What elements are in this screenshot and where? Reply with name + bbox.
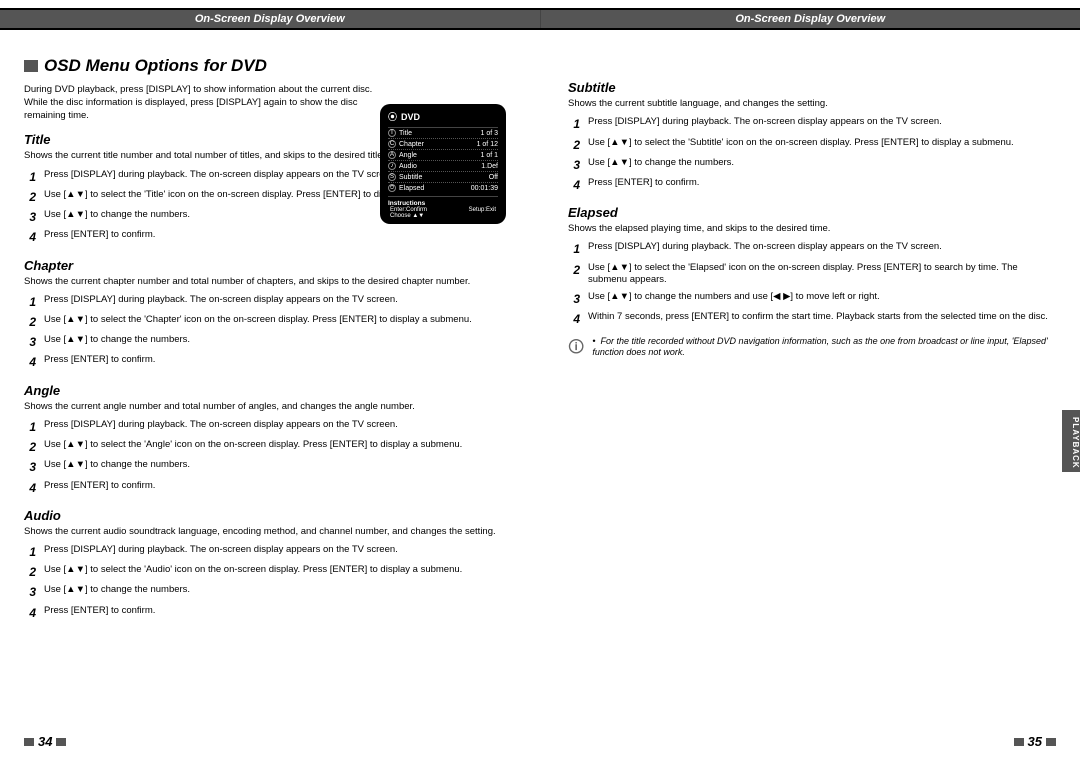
step-item: 1Press [DISPLAY] during playback. The on… [568, 114, 1056, 134]
step-item: 3Use [▲▼] to change the numbers. [24, 332, 512, 352]
step-item: 3Use [▲▼] to change the numbers. [24, 582, 512, 602]
step-item: 2Use [▲▼] to select the 'Subtitle' icon … [568, 135, 1056, 155]
osd-row: ♪Audio1.Def [388, 160, 498, 171]
step-item: 2Use [▲▼] to select the 'Chapter' icon o… [24, 312, 512, 332]
step-item: 4Press [ENTER] to confirm. [24, 603, 512, 623]
step-list: 1Press [DISPLAY] during playback. The on… [24, 542, 512, 623]
osd-row: AAngle1 of 1 [388, 149, 498, 160]
osd-row: TTitle1 of 3 [388, 127, 498, 138]
section-tab: PLAYBACK [1062, 410, 1080, 472]
section-heading: Elapsed [568, 205, 1056, 220]
step-item: 1Press [DISPLAY] during playback. The on… [24, 542, 512, 562]
step-list: 1Press [DISPLAY] during playback. The on… [24, 417, 512, 498]
step-item: 3Use [▲▼] to change the numbers. [24, 457, 512, 477]
step-list: 1Press [DISPLAY] during playback. The on… [24, 292, 512, 373]
section-desc: Shows the current angle number and total… [24, 401, 512, 413]
page-right: Subtitle Shows the current subtitle langu… [540, 40, 1080, 720]
note: 🛈 • For the title recorded without DVD n… [568, 336, 1056, 363]
osd-row: SSubtitleOff [388, 171, 498, 182]
osd-row: ⏱Elapsed00:01:39 [388, 182, 498, 193]
section-heading: Audio [24, 508, 512, 523]
section-desc: Shows the elapsed playing time, and skip… [568, 223, 1056, 235]
section-heading: Angle [24, 383, 512, 398]
header-left: On-Screen Display Overview [0, 10, 541, 28]
step-item: 1Press [DISPLAY] during playback. The on… [568, 239, 1056, 259]
step-list: 1Press [DISPLAY] during playback. The on… [568, 114, 1056, 195]
osd-label: DVD [388, 110, 498, 123]
step-item: 4Press [ENTER] to confirm. [568, 175, 1056, 195]
step-item: 1Press [DISPLAY] during playback. The on… [24, 292, 512, 312]
step-item: 3Use [▲▼] to change the numbers and use … [568, 289, 1056, 309]
osd-row: CChapter1 of 12 [388, 138, 498, 149]
step-item: 4Within 7 seconds, press [ENTER] to conf… [568, 309, 1056, 329]
intro-text: During DVD playback, press [DISPLAY] to … [24, 84, 374, 122]
note-text: For the title recorded without DVD navig… [592, 336, 1047, 358]
step-item: 4Press [ENTER] to confirm. [24, 478, 512, 498]
section-desc: Shows the current subtitle language, and… [568, 98, 1056, 110]
section-desc: Shows the current chapter number and tot… [24, 276, 512, 288]
section-desc: Shows the current audio soundtrack langu… [24, 526, 512, 538]
section-heading: Subtitle [568, 80, 1056, 95]
step-item: 3Use [▲▼] to change the numbers. [568, 155, 1056, 175]
step-item: 1Press [DISPLAY] during playback. The on… [24, 417, 512, 437]
header-right: On-Screen Display Overview [541, 10, 1080, 28]
header-bar: On-Screen Display Overview On-Screen Dis… [0, 8, 1080, 30]
step-list: 1Press [DISPLAY] during playback. The on… [568, 239, 1056, 329]
info-icon: 🛈 [568, 336, 584, 363]
page-left: OSD Menu Options for DVD During DVD play… [0, 40, 540, 720]
step-item: 2Use [▲▼] to select the 'Angle' icon on … [24, 437, 512, 457]
step-item: 2Use [▲▼] to select the 'Elapsed' icon o… [568, 260, 1056, 290]
page-number-right: 35 [1014, 734, 1056, 749]
page-number-left: 34 [24, 734, 66, 749]
section-heading: Chapter [24, 258, 512, 273]
osd-instructions: Instructions Enter:ConfirmSetup:Exit Cho… [388, 196, 498, 219]
footer: 34 35 [0, 734, 1080, 749]
step-item: 4Press [ENTER] to confirm. [24, 352, 512, 372]
step-item: 2Use [▲▼] to select the 'Audio' icon on … [24, 562, 512, 582]
main-heading: OSD Menu Options for DVD [24, 56, 512, 76]
step-item: 4Press [ENTER] to confirm. [24, 227, 512, 247]
osd-preview: DVD TTitle1 of 3CChapter1 of 12AAngle1 o… [380, 104, 506, 224]
